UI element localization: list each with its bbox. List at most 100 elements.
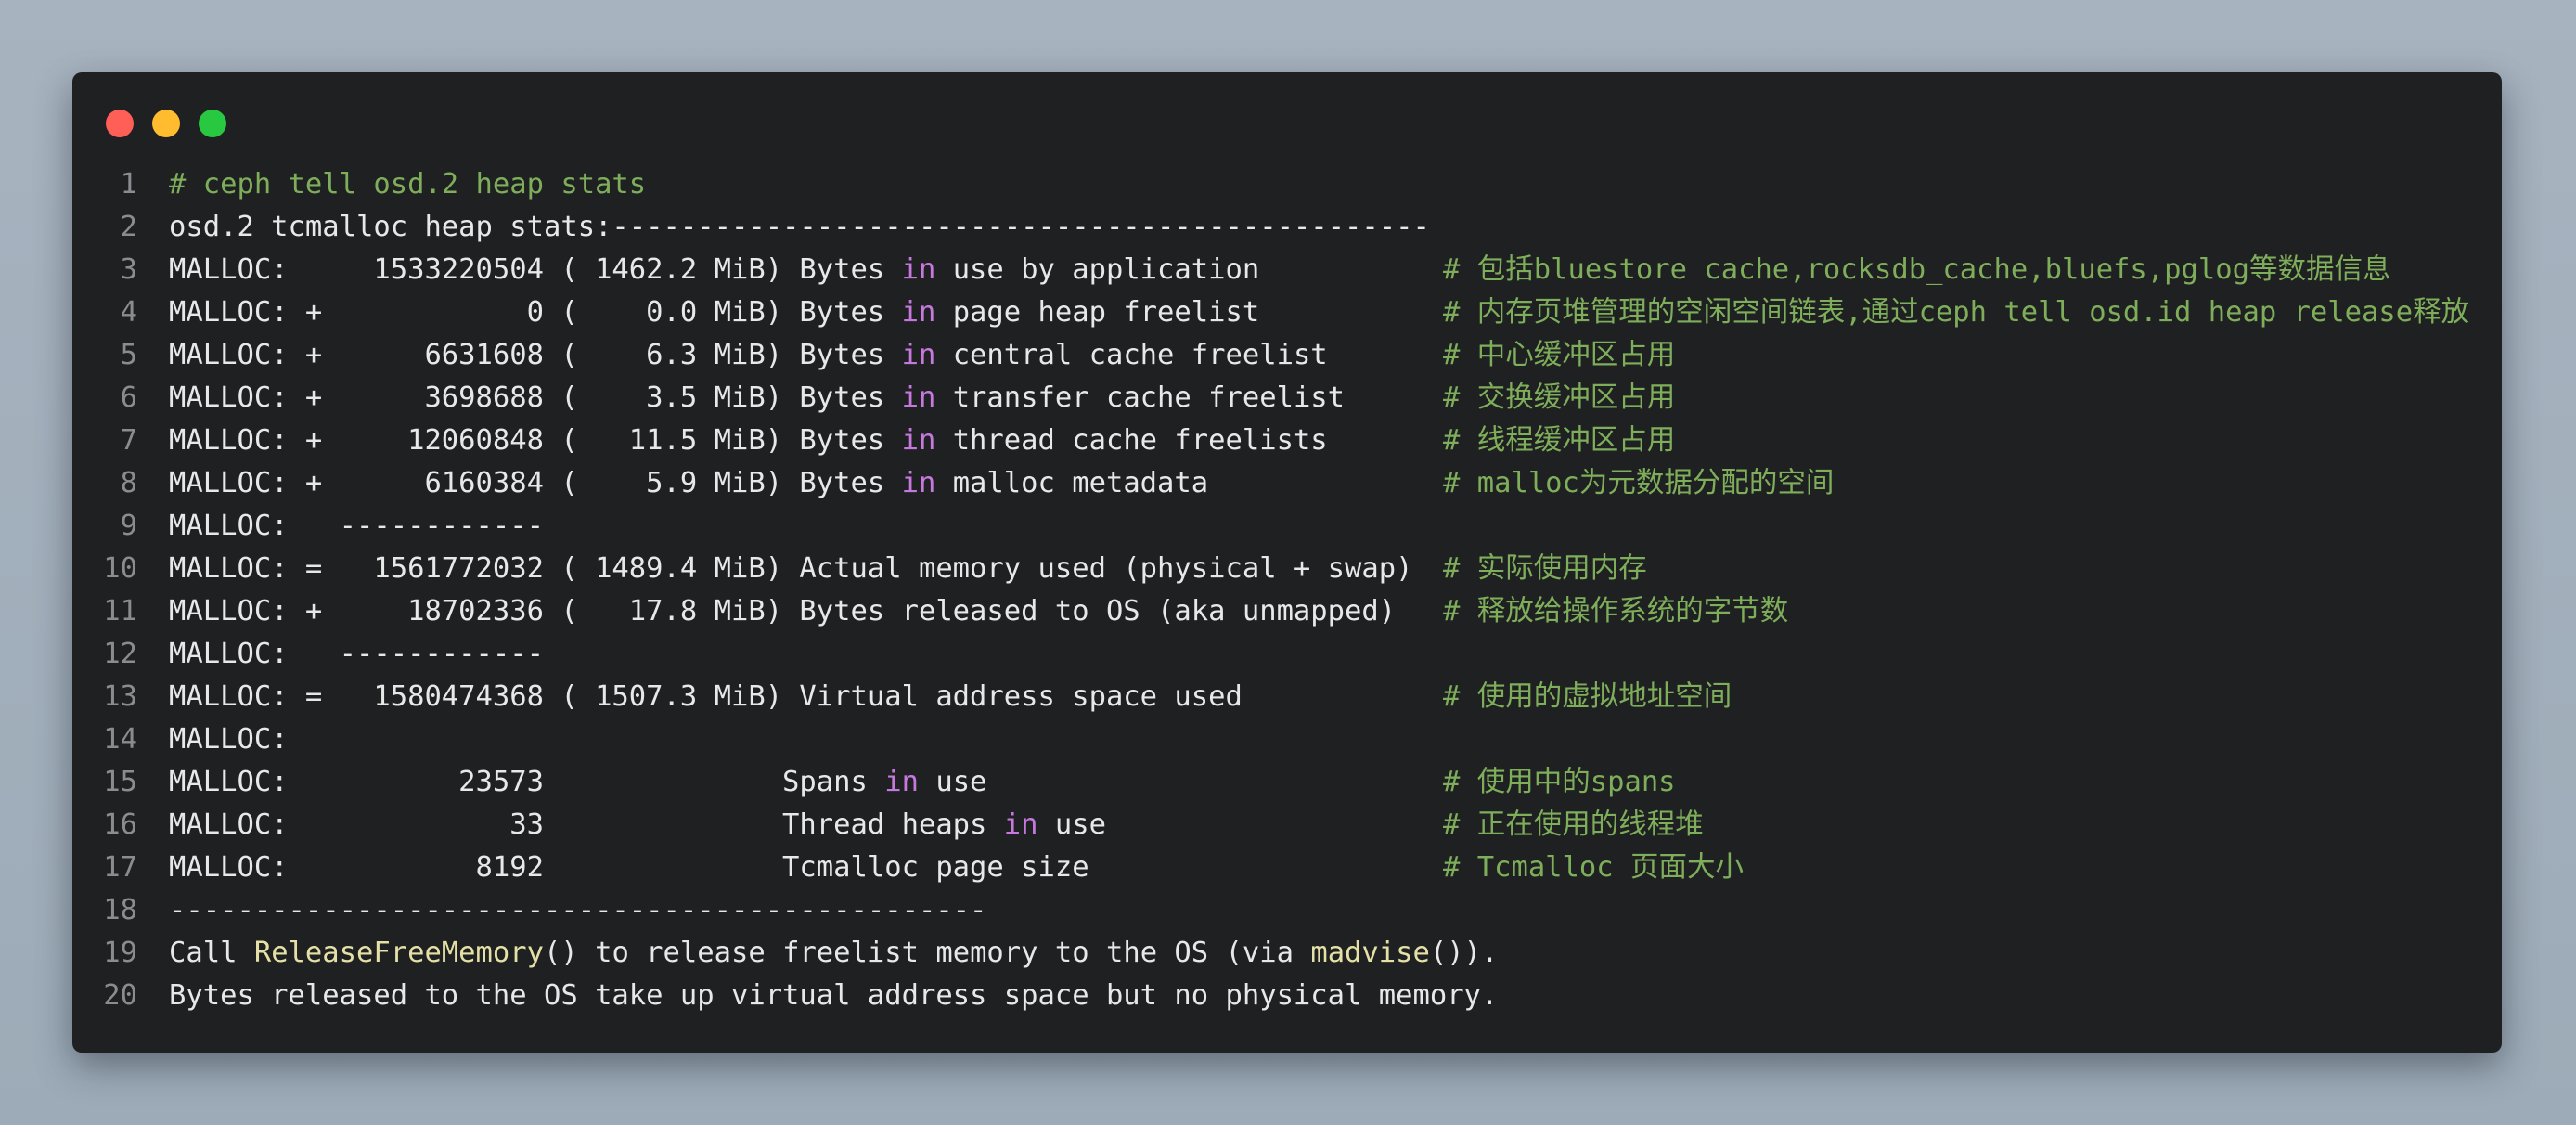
code-line: 3 MALLOC: 1533220504 ( 1462.2 MiB) Bytes … <box>72 249 2502 291</box>
code-line: 7 MALLOC: + 12060848 ( 11.5 MiB) Bytes in… <box>72 420 2502 462</box>
code-line: 13 MALLOC: = 1580474368 ( 1507.3 MiB) Vir… <box>72 676 2502 718</box>
line-number: 11 <box>103 595 137 627</box>
code-text: MALLOC: + 6160384 ( 5.9 MiB) Bytes in ma… <box>169 462 1208 505</box>
line-number: 13 <box>103 680 137 713</box>
code-line: 2 osd.2 tcmalloc heap stats:-------------… <box>72 206 2502 249</box>
keyword-token: in <box>901 253 936 286</box>
line-number: 10 <box>103 552 137 585</box>
code-text: osd.2 tcmalloc heap stats:--------------… <box>169 206 1430 249</box>
code-token: MALLOC: + 6160384 ( 5.9 MiB) Bytes <box>169 467 902 499</box>
code-text: ----------------------------------------… <box>169 889 986 932</box>
keyword-token: in <box>901 339 936 371</box>
code-window: 1 # ceph tell osd.2 heap stats 2 osd.2 tcma… <box>72 72 2502 1053</box>
close-button[interactable] <box>106 110 134 137</box>
code-token: central cache freelist <box>935 339 1328 371</box>
code-token: malloc metadata <box>935 467 1209 499</box>
code-token: MALLOC: + 3698688 ( 3.5 MiB) Bytes <box>169 381 902 414</box>
code-text: MALLOC: + 18702336 ( 17.8 MiB) Bytes rel… <box>169 590 1396 633</box>
code-text: MALLOC: 8192 Tcmalloc page size <box>169 847 1089 889</box>
line-number: 18 <box>103 894 137 926</box>
keyword-token: in <box>901 467 936 499</box>
inline-comment: # 使用中的spans <box>1443 766 1676 798</box>
code-text: MALLOC: 23573 Spans in use <box>169 761 986 804</box>
code-token: MALLOC: ------------ <box>169 638 544 670</box>
code-text: MALLOC: 33 Thread heaps in use <box>169 804 1106 847</box>
line-number: 20 <box>103 979 137 1012</box>
line-number: 9 <box>120 510 137 542</box>
code-text: MALLOC: + 6631608 ( 6.3 MiB) Bytes in ce… <box>169 334 1328 377</box>
inline-comment: # 线程缓冲区占用 <box>1443 424 1676 457</box>
code-line: 10 MALLOC: = 1561772032 ( 1489.4 MiB) Act… <box>72 548 2502 590</box>
code-token: page heap freelist <box>935 296 1260 329</box>
inline-comment: # 包括bluestore cache,rocksdb_cache,bluefs… <box>1443 253 2391 286</box>
code-token: MALLOC: = 1580474368 ( 1507.3 MiB) Virtu… <box>169 680 1243 713</box>
code-text: MALLOC: 1533220504 ( 1462.2 MiB) Bytes i… <box>169 249 1259 291</box>
line-number: 6 <box>120 381 137 414</box>
code-block: 1 # ceph tell osd.2 heap stats 2 osd.2 tcma… <box>72 163 2502 1017</box>
code-token: thread cache freelists <box>935 424 1328 457</box>
code-text: MALLOC: + 12060848 ( 11.5 MiB) Bytes in … <box>169 420 1328 462</box>
code-token: osd.2 tcmalloc heap stats:--------------… <box>169 211 1430 243</box>
inline-comment: # 内存页堆管理的空闲空间链表,通过ceph tell osd.id heap … <box>1443 296 2470 329</box>
line-number: 2 <box>120 211 137 243</box>
line-number: 16 <box>103 808 137 841</box>
code-token: MALLOC: ------------ <box>169 510 544 542</box>
minimize-button[interactable] <box>152 110 180 137</box>
keyword-token: in <box>901 424 936 457</box>
code-line: 14 MALLOC: <box>72 718 2502 761</box>
code-token: MALLOC: + 18702336 ( 17.8 MiB) Bytes rel… <box>169 595 1397 627</box>
code-token: MALLOC: 23573 Spans <box>169 766 885 798</box>
inline-comment: # malloc为元数据分配的空间 <box>1443 467 1835 499</box>
code-text: MALLOC: ------------ <box>169 505 544 548</box>
code-text: MALLOC: <box>169 718 289 761</box>
code-text: Bytes released to the OS take up virtual… <box>169 975 1498 1017</box>
inline-comment: # 交换缓冲区占用 <box>1443 381 1676 414</box>
code-text: MALLOC: + 0 ( 0.0 MiB) Bytes in page hea… <box>169 291 1259 334</box>
code-token: use <box>1037 808 1106 841</box>
code-line: 16 MALLOC: 33 Thread heaps in use # 正在使用的线… <box>72 804 2502 847</box>
inline-comment: # Tcmalloc 页面大小 <box>1443 851 1744 884</box>
inline-comment: # 释放给操作系统的字节数 <box>1443 595 1789 627</box>
code-text: # ceph tell osd.2 heap stats <box>169 163 646 206</box>
line-number: 8 <box>120 467 137 499</box>
code-line: 11 MALLOC: + 18702336 ( 17.8 MiB) Bytes r… <box>72 590 2502 633</box>
function-token: madvise <box>1310 937 1430 969</box>
function-token: ReleaseFreeMemory <box>253 937 544 969</box>
line-number: 1 <box>120 168 137 200</box>
code-token: transfer cache freelist <box>935 381 1346 414</box>
code-text: MALLOC: = 1561772032 ( 1489.4 MiB) Actua… <box>169 548 1412 590</box>
keyword-token: in <box>901 296 936 329</box>
inline-comment: # 中心缓冲区占用 <box>1443 339 1676 371</box>
code-token: use by application <box>935 253 1260 286</box>
inline-comment: # 正在使用的线程堆 <box>1443 808 1704 841</box>
line-number: 12 <box>103 638 137 670</box>
code-token: ()). <box>1429 937 1499 969</box>
maximize-button[interactable] <box>199 110 226 137</box>
keyword-token: in <box>884 766 919 798</box>
comment-token: # ceph tell osd.2 heap stats <box>169 168 647 200</box>
code-token: MALLOC: 33 Thread heaps <box>169 808 1004 841</box>
code-token: use <box>918 766 987 798</box>
code-line: 12 MALLOC: ------------ <box>72 633 2502 676</box>
code-text: MALLOC: + 3698688 ( 3.5 MiB) Bytes in tr… <box>169 377 1345 420</box>
inline-comment: # 使用的虚拟地址空间 <box>1443 680 1732 713</box>
code-token: Call <box>169 937 254 969</box>
code-token: MALLOC: 1533220504 ( 1462.2 MiB) Bytes <box>169 253 902 286</box>
code-line: 20 Bytes released to the OS take up virtu… <box>72 975 2502 1017</box>
line-number: 3 <box>120 253 137 286</box>
code-token: MALLOC: <box>169 723 289 756</box>
keyword-token: in <box>901 381 936 414</box>
code-line: 17 MALLOC: 8192 Tcmalloc page size # Tcmal… <box>72 847 2502 889</box>
line-number: 4 <box>120 296 137 329</box>
line-number: 5 <box>120 339 137 371</box>
line-number: 17 <box>103 851 137 884</box>
code-text: Call ReleaseFreeMemory() to release free… <box>169 932 1498 975</box>
code-token: ----------------------------------------… <box>169 894 987 926</box>
code-token: MALLOC: + 12060848 ( 11.5 MiB) Bytes <box>169 424 902 457</box>
line-number: 14 <box>103 723 137 756</box>
line-number: 15 <box>103 766 137 798</box>
code-token: () to release freelist memory to the OS … <box>544 937 1311 969</box>
code-line: 15 MALLOC: 23573 Spans in use # 使用中的spans <box>72 761 2502 804</box>
code-line: 4 MALLOC: + 0 ( 0.0 MiB) Bytes in page he… <box>72 291 2502 334</box>
keyword-token: in <box>1003 808 1038 841</box>
